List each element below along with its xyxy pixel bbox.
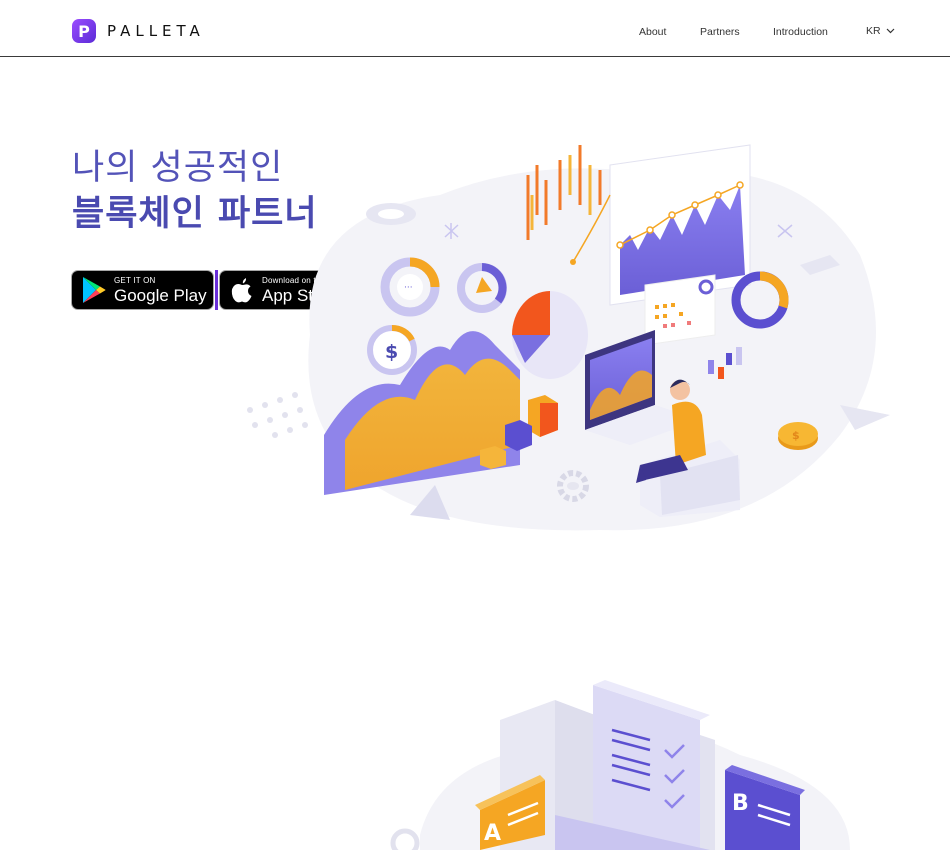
google-play-big: Google Play [114,285,207,305]
svg-text:A: A [484,821,501,846]
svg-text:B: B [732,791,749,816]
logo[interactable]: P PALLETA [72,19,205,43]
svg-text:···: ··· [404,283,413,293]
nav-introduction[interactable]: Introduction [773,26,828,38]
google-play-icon [80,276,108,304]
store-divider [215,270,218,310]
language-selector[interactable]: KR [866,25,895,37]
site-header: P PALLETA About Partners Introduction KR [0,0,950,57]
svg-text:$: $ [792,429,800,442]
nav-about[interactable]: About [639,26,666,38]
language-label: KR [866,25,881,37]
logo-mark-icon: P [72,19,96,43]
svg-text:$: $ [385,341,398,363]
chevron-down-icon [886,28,895,34]
hero-illustration: ··· $ $ [247,144,890,531]
nav-partners[interactable]: Partners [700,26,740,38]
features-illustration: B A [390,680,850,850]
google-play-small: GET IT ON [114,275,156,285]
logo-text: PALLETA [107,22,205,40]
google-play-text: GET IT ON Google Play [114,275,207,305]
google-play-button[interactable]: GET IT ON Google Play [71,270,214,310]
